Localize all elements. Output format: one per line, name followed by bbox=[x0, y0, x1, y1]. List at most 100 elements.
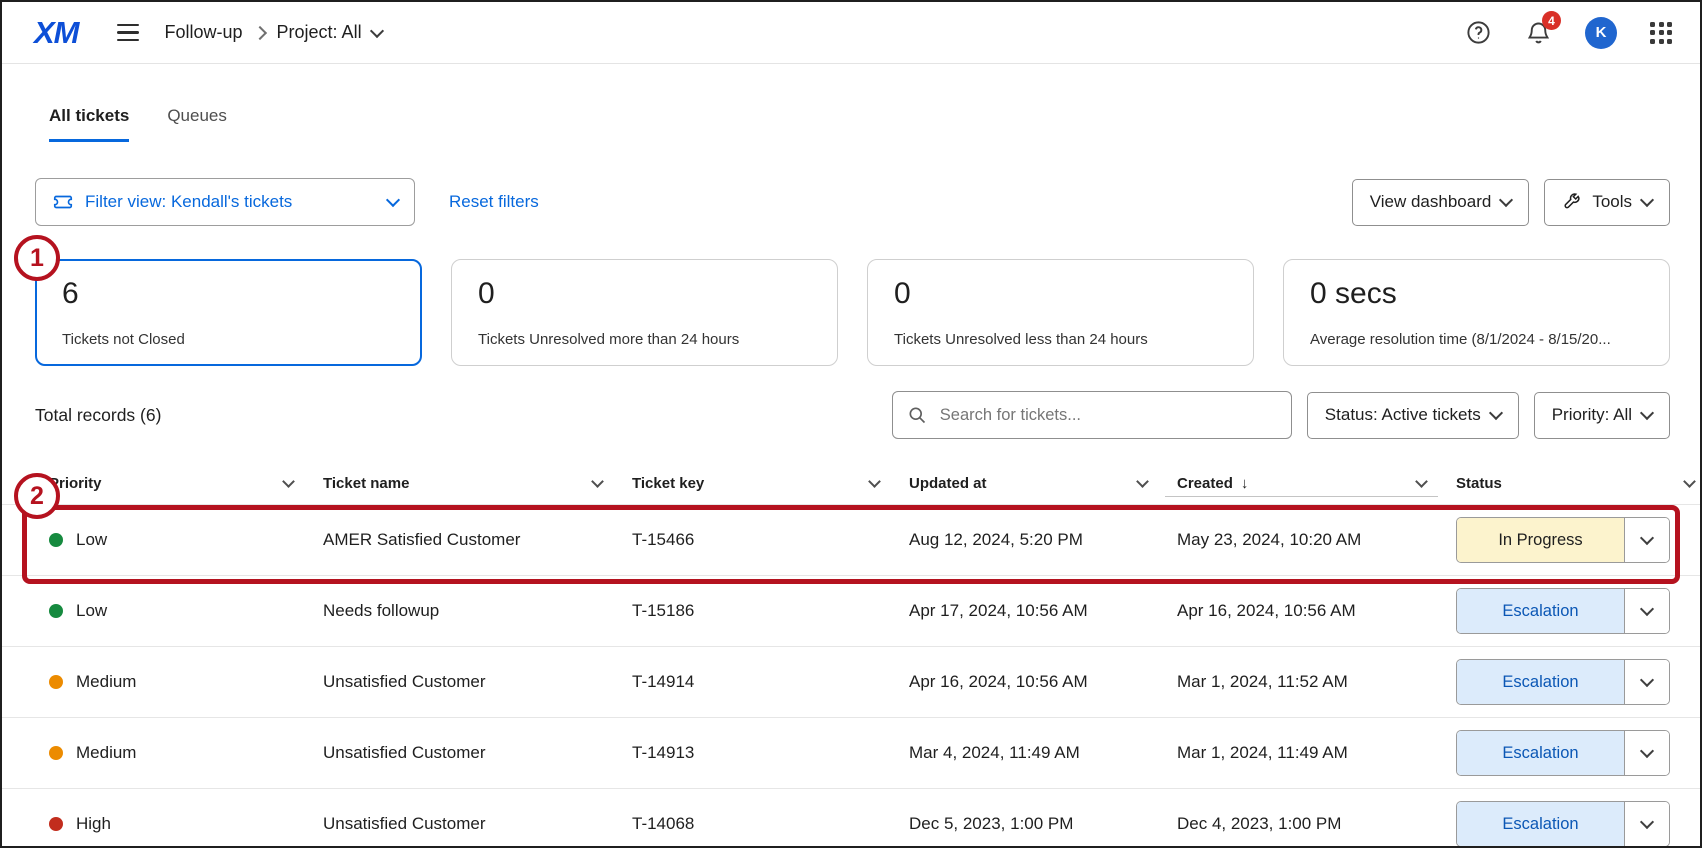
status-dropdown[interactable]: Escalation bbox=[1456, 730, 1670, 776]
chevron-down-icon bbox=[1640, 602, 1654, 616]
column-header-priority[interactable]: Priority bbox=[49, 475, 323, 492]
priority-filter-dropdown[interactable]: Priority: All bbox=[1534, 392, 1670, 439]
stat-value: 6 bbox=[62, 277, 395, 311]
updated-at-cell: Apr 17, 2024, 10:56 AM bbox=[909, 601, 1177, 621]
chevron-down-icon bbox=[1489, 406, 1503, 420]
created-cell: Mar 1, 2024, 11:52 AM bbox=[1177, 672, 1456, 692]
tools-button[interactable]: Tools bbox=[1544, 179, 1670, 226]
stat-label: Tickets Unresolved less than 24 hours bbox=[894, 331, 1227, 348]
ticket-name-cell: Needs followup bbox=[323, 601, 632, 621]
top-navigation-bar: XM Follow-up Project: All bbox=[2, 2, 1700, 64]
stat-label: Tickets Unresolved more than 24 hours bbox=[478, 331, 811, 348]
tab-bar: All tickets Queues bbox=[49, 106, 227, 142]
priority-dot-medium bbox=[49, 675, 63, 689]
reset-filters-link[interactable]: Reset filters bbox=[449, 192, 539, 212]
status-label: Escalation bbox=[1457, 731, 1624, 775]
notifications-badge: 4 bbox=[1542, 11, 1561, 30]
annotation-step-1: 1 bbox=[14, 235, 60, 281]
stat-cards-row: 6 Tickets not Closed 0 Tickets Unresolve… bbox=[35, 259, 1670, 366]
tab-all-tickets[interactable]: All tickets bbox=[49, 106, 129, 142]
status-caret[interactable] bbox=[1624, 802, 1669, 846]
apps-grid-icon[interactable] bbox=[1650, 22, 1672, 44]
chevron-down-icon bbox=[1640, 193, 1654, 207]
chevron-down-icon bbox=[1640, 673, 1654, 687]
help-icon bbox=[1465, 19, 1492, 46]
updated-at-cell: Dec 5, 2023, 1:00 PM bbox=[909, 814, 1177, 834]
view-dashboard-label: View dashboard bbox=[1370, 192, 1492, 212]
ticket-key-cell: T-14914 bbox=[632, 672, 909, 692]
breadcrumb-project-dropdown[interactable]: Project: All bbox=[277, 22, 382, 43]
status-filter-label: Status: Active tickets bbox=[1325, 405, 1481, 425]
chevron-down-icon bbox=[1499, 193, 1513, 207]
status-dropdown[interactable]: Escalation bbox=[1456, 588, 1670, 634]
stat-card-tickets-not-closed[interactable]: 6 Tickets not Closed bbox=[35, 259, 422, 366]
stat-card-unresolved-less-24h[interactable]: 0 Tickets Unresolved less than 24 hours bbox=[867, 259, 1254, 366]
column-header-ticket-name[interactable]: Ticket name bbox=[323, 475, 632, 492]
ticket-search bbox=[892, 391, 1292, 439]
status-dropdown[interactable]: Escalation bbox=[1456, 659, 1670, 705]
filter-view-label: Filter view: Kendall's tickets bbox=[85, 192, 292, 212]
chevron-down-icon bbox=[1640, 531, 1654, 545]
chevron-down-icon bbox=[591, 475, 604, 488]
stat-card-avg-resolution-time[interactable]: 0 secs Average resolution time (8/1/2024… bbox=[1283, 259, 1670, 366]
stat-card-unresolved-more-24h[interactable]: 0 Tickets Unresolved more than 24 hours bbox=[451, 259, 838, 366]
stat-label: Tickets not Closed bbox=[62, 331, 395, 348]
updated-at-cell: Mar 4, 2024, 11:49 AM bbox=[909, 743, 1177, 763]
ticket-icon bbox=[52, 191, 74, 213]
stat-value: 0 bbox=[478, 277, 811, 311]
chevron-down-icon bbox=[370, 23, 384, 37]
help-button[interactable] bbox=[1465, 19, 1492, 46]
search-icon bbox=[907, 405, 927, 425]
stat-value: 0 secs bbox=[1310, 277, 1643, 311]
status-caret[interactable] bbox=[1624, 518, 1669, 562]
status-dropdown[interactable]: In Progress bbox=[1456, 517, 1670, 563]
chevron-down-icon bbox=[282, 475, 295, 488]
ticket-key-cell: T-14913 bbox=[632, 743, 909, 763]
priority-dot-medium bbox=[49, 746, 63, 760]
notifications-button[interactable]: 4 bbox=[1525, 19, 1552, 46]
table-row[interactable]: Medium Unsatisfied Customer T-14913 Mar … bbox=[2, 717, 1700, 788]
column-header-ticket-key[interactable]: Ticket key bbox=[632, 475, 909, 492]
chevron-down-icon bbox=[1640, 815, 1654, 829]
sort-descending-icon: ↓ bbox=[1241, 475, 1249, 492]
status-label: Escalation bbox=[1457, 802, 1624, 846]
hamburger-menu-icon[interactable] bbox=[117, 24, 139, 42]
chevron-down-icon bbox=[386, 193, 400, 207]
status-caret[interactable] bbox=[1624, 731, 1669, 775]
table-row[interactable]: High Unsatisfied Customer T-14068 Dec 5,… bbox=[2, 788, 1700, 848]
avatar[interactable]: K bbox=[1585, 17, 1617, 49]
chevron-down-icon bbox=[1136, 475, 1149, 488]
stat-value: 0 bbox=[894, 277, 1227, 311]
column-header-created[interactable]: Created ↓ bbox=[1177, 475, 1456, 492]
priority-filter-label: Priority: All bbox=[1552, 405, 1632, 425]
table-row[interactable]: Low Needs followup T-15186 Apr 17, 2024,… bbox=[2, 575, 1700, 646]
search-input[interactable] bbox=[938, 405, 1277, 426]
table-row[interactable]: Medium Unsatisfied Customer T-14914 Apr … bbox=[2, 646, 1700, 717]
ticket-key-cell: T-15466 bbox=[632, 530, 909, 550]
filter-bar: Filter view: Kendall's tickets Reset fil… bbox=[35, 178, 1670, 226]
column-header-status[interactable]: Status bbox=[1456, 475, 1670, 492]
priority-dot-high bbox=[49, 817, 63, 831]
table-row[interactable]: Low AMER Satisfied Customer T-15466 Aug … bbox=[2, 504, 1700, 575]
tab-queues[interactable]: Queues bbox=[167, 106, 227, 142]
priority-dot-low bbox=[49, 604, 63, 618]
ticket-key-cell: T-14068 bbox=[632, 814, 909, 834]
status-dropdown[interactable]: Escalation bbox=[1456, 801, 1670, 847]
ticket-name-cell: Unsatisfied Customer bbox=[323, 672, 632, 692]
ticket-name-cell: Unsatisfied Customer bbox=[323, 814, 632, 834]
breadcrumb-project-label: Project: All bbox=[277, 22, 362, 43]
status-caret[interactable] bbox=[1624, 589, 1669, 633]
status-label: Escalation bbox=[1457, 589, 1624, 633]
topbar-actions: 4 K bbox=[1465, 17, 1672, 49]
status-filter-dropdown[interactable]: Status: Active tickets bbox=[1307, 392, 1519, 439]
column-header-updated-at[interactable]: Updated at bbox=[909, 475, 1177, 492]
filter-view-dropdown[interactable]: Filter view: Kendall's tickets bbox=[35, 178, 415, 226]
xm-logo: XM bbox=[34, 15, 79, 51]
status-caret[interactable] bbox=[1624, 660, 1669, 704]
status-label: Escalation bbox=[1457, 660, 1624, 704]
updated-at-cell: Apr 16, 2024, 10:56 AM bbox=[909, 672, 1177, 692]
priority-cell: Medium bbox=[49, 743, 323, 763]
view-dashboard-button[interactable]: View dashboard bbox=[1352, 179, 1530, 226]
breadcrumb-section[interactable]: Follow-up bbox=[165, 22, 243, 43]
annotation-step-2: 2 bbox=[14, 473, 60, 519]
